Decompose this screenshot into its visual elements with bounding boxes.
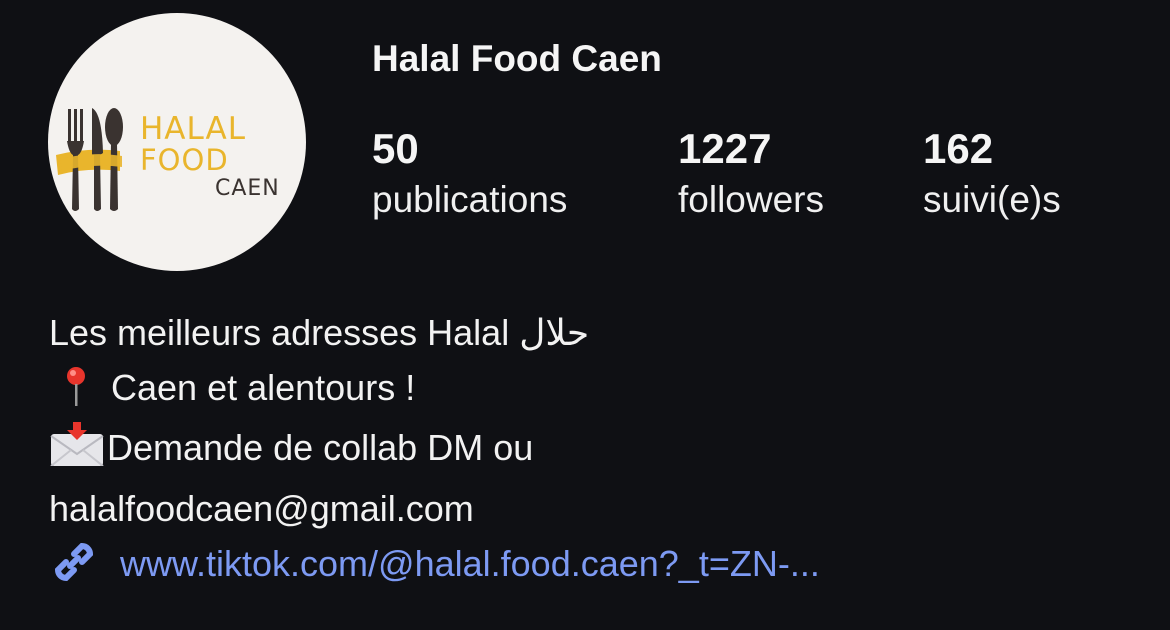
- profile-bio: Les meilleurs adresses Halal حلال Caen e…: [49, 306, 1129, 536]
- profile-link-text[interactable]: www.tiktok.com/@halal.food.caen?_t=ZN-..…: [120, 543, 820, 585]
- posts-count-label: publications: [372, 179, 568, 220]
- following-count-label: suivi(e)s: [923, 179, 1061, 220]
- profile-avatar[interactable]: HALAL FOOD CAEN: [48, 13, 306, 271]
- followers-count[interactable]: 1227 followers: [678, 124, 824, 226]
- bio-line-1: Les meilleurs adresses Halal حلال: [49, 312, 590, 353]
- profile-name: Halal Food Caen: [372, 38, 662, 79]
- round-pushpin-icon: [49, 366, 101, 422]
- avatar-logo-text-1: HALAL: [140, 111, 246, 147]
- profile-link[interactable]: www.tiktok.com/@halal.food.caen?_t=ZN-..…: [48, 534, 820, 594]
- followers-count-label: followers: [678, 179, 824, 220]
- bio-line-3-text: Demande de collab DM ou: [107, 427, 534, 468]
- link-chain-icon: [48, 536, 100, 593]
- bio-line-2: Caen et alentours !: [49, 361, 1129, 422]
- posts-count[interactable]: 50 publications: [372, 124, 567, 226]
- followers-count-value: 1227: [678, 125, 772, 172]
- avatar-logo-text-2: FOOD: [140, 143, 229, 177]
- bio-line-4[interactable]: halalfoodcaen@gmail.com: [49, 482, 1129, 537]
- following-count[interactable]: 162 suivi(e)s: [923, 124, 1061, 226]
- bio-line-3: Demande de collab DM ou: [49, 421, 1129, 482]
- bio-line-2-text: Caen et alentours !: [101, 366, 416, 408]
- following-count-value: 162: [923, 125, 994, 172]
- fork-knife-spoon-icon: [60, 108, 123, 211]
- avatar-logo-text-3: CAEN: [215, 176, 280, 201]
- posts-count-value: 50: [372, 125, 419, 172]
- incoming-envelope-icon: [49, 422, 107, 482]
